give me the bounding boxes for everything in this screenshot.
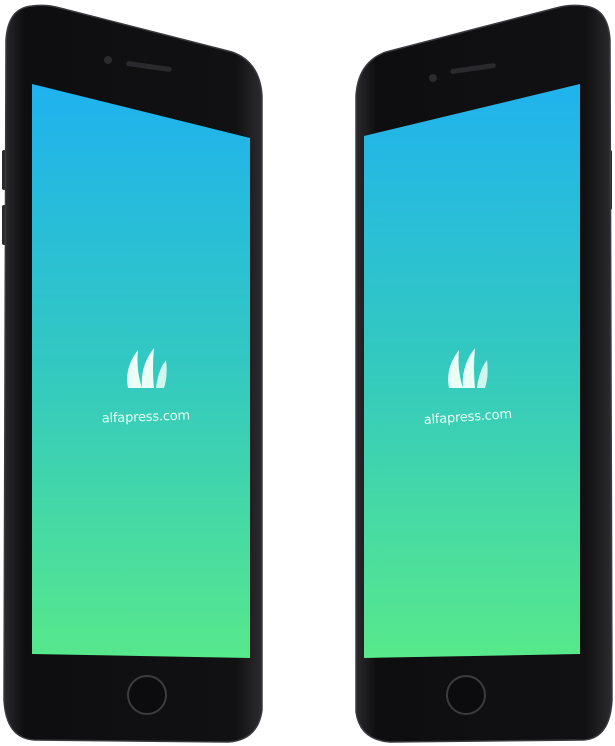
- left-phone-home-button[interactable]: [127, 675, 167, 715]
- left-phone-brand-text: alfapress.com: [102, 408, 191, 426]
- right-phone-home-button[interactable]: [446, 675, 486, 715]
- left-phone-screen: [32, 84, 250, 658]
- left-phone: alfapress.com: [2, 4, 263, 743]
- left-phone-camera: [104, 56, 112, 64]
- right-phone: alfapress.com: [355, 4, 613, 743]
- phone-mockup-scene: alfapress.com alfapress.com: [2, 4, 613, 743]
- right-phone-camera: [429, 74, 437, 82]
